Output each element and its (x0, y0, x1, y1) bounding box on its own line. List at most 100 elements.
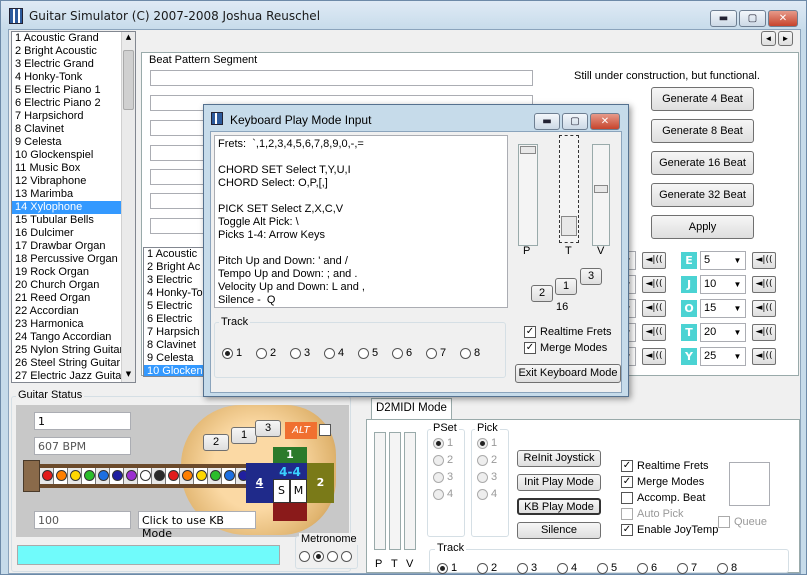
metronome-radio-1[interactable] (299, 550, 310, 562)
d2midi-check-enable-joytemp[interactable]: ✓ Enable JoyTemp (621, 524, 718, 537)
d2midi-check-auto-pick[interactable]: Auto Pick (621, 508, 683, 521)
fret-cell[interactable] (208, 468, 222, 484)
tab-d2midi[interactable]: D2MIDI Mode (371, 398, 452, 420)
instrument-list-item[interactable]: 17 Drawbar Organ (12, 240, 135, 253)
instrument-list-item[interactable]: 6 Electric Piano 2 (12, 97, 135, 110)
status-field-1[interactable]: 1 (34, 412, 131, 430)
instrument-list-item[interactable]: 14 Xylophone (12, 201, 135, 214)
radio-icon[interactable] (324, 347, 335, 359)
radio-icon[interactable] (460, 347, 471, 359)
minimize-button[interactable]: ▬ (710, 10, 737, 27)
radio-icon[interactable] (222, 347, 233, 359)
v-slider[interactable] (592, 144, 610, 246)
track-7[interactable]: 7 (426, 347, 446, 359)
instrument-list-item[interactable]: 13 Marimba (12, 188, 135, 201)
d2midi-track-8[interactable]: 8 (717, 562, 737, 574)
instrument-list-item[interactable]: 8 Clavinet (12, 123, 135, 136)
pick-radio-icon[interactable] (477, 471, 488, 483)
kb-mode-hint[interactable]: Click to use KB Mode (138, 511, 256, 540)
beat-segment-field-1[interactable] (150, 70, 533, 86)
kb-play-mode-button[interactable]: KB Play Mode (517, 498, 601, 515)
radio-icon[interactable] (256, 347, 267, 359)
merge-cell[interactable]: M (290, 479, 307, 503)
silence-button[interactable]: Silence (517, 522, 601, 539)
pick-option-4[interactable]: 4 (477, 488, 497, 500)
beat-value-combo[interactable]: 15 ▼ (700, 299, 746, 318)
d2midi-check-accomp-beat[interactable]: Accomp. Beat (621, 492, 705, 505)
pick-3-button[interactable]: 3 (255, 420, 281, 437)
pick-option-1[interactable]: 1 (477, 437, 497, 449)
instrument-list-item[interactable]: 18 Percussive Organ (12, 253, 135, 266)
track-6[interactable]: 6 (392, 347, 412, 359)
track-5[interactable]: 5 (358, 347, 378, 359)
d2midi-p-slider[interactable] (374, 432, 386, 550)
beat-left-small-button[interactable]: ◄|(( (642, 324, 666, 341)
pick-1-button[interactable]: 1 (231, 427, 257, 444)
fret-cell[interactable] (152, 468, 166, 484)
queue-option[interactable]: Queue (718, 516, 767, 529)
d2midi-track-4[interactable]: 4 (557, 562, 577, 574)
pset-option-3[interactable]: 3 (433, 471, 453, 483)
reinit-joystick-button[interactable]: ReInit Joystick (517, 450, 601, 467)
generate-16-beat-button[interactable]: Generate 16 Beat (651, 151, 754, 175)
step-1-button[interactable]: 1 (555, 278, 577, 295)
fret-cell[interactable] (124, 468, 138, 484)
beat-left-small-button[interactable]: ◄|(( (642, 252, 666, 269)
p-slider[interactable] (518, 144, 538, 246)
fret-cell[interactable] (166, 468, 180, 484)
radio-icon[interactable] (677, 562, 688, 574)
maximize-button[interactable]: ▢ (739, 10, 766, 27)
instrument-list-item[interactable]: 10 Glockenspiel (12, 149, 135, 162)
pick-2-button[interactable]: 2 (203, 434, 229, 451)
instrument-list-item[interactable]: 9 Celesta (12, 136, 135, 149)
apply-button[interactable]: Apply (651, 215, 754, 239)
radio-icon[interactable] (597, 562, 608, 574)
p-slider-thumb[interactable] (520, 146, 536, 154)
metronome-radio-4[interactable] (341, 550, 352, 562)
t-slider[interactable] (559, 135, 579, 243)
alt-checkbox[interactable] (319, 424, 331, 436)
instrument-list-item[interactable]: 23 Harmonica (12, 318, 135, 331)
dialog-minimize-button[interactable]: ▬ (534, 113, 560, 130)
beat-value-combo[interactable]: 5 ▼ (700, 251, 746, 270)
scroll-up-icon[interactable]: ▲ (123, 33, 134, 44)
d2midi-t-slider[interactable] (389, 432, 401, 550)
radio-icon[interactable] (717, 562, 728, 574)
instrument-list-item[interactable]: 1 Acoustic Grand (12, 32, 135, 45)
d2midi-v-slider[interactable] (404, 432, 416, 550)
pset-option-4[interactable]: 4 (433, 488, 453, 500)
instrument-list-item[interactable]: 3 Electric Grand (12, 58, 135, 71)
init-play-mode-button[interactable]: Init Play Mode (517, 474, 601, 491)
checkbox-icon[interactable]: ✓ (621, 460, 633, 473)
beat-segment-field-4[interactable] (150, 145, 205, 161)
tab-scroll-left-icon[interactable]: ◄ (761, 31, 776, 46)
bpm-field[interactable]: 607 BPM (34, 437, 131, 455)
instrument-list-item[interactable]: 21 Reed Organ (12, 292, 135, 305)
fret-cell[interactable] (194, 468, 208, 484)
generate-4-beat-button[interactable]: Generate 4 Beat (651, 87, 754, 111)
radio-icon[interactable] (637, 562, 648, 574)
fret-cell[interactable] (82, 468, 96, 484)
radio-icon[interactable] (477, 562, 488, 574)
d2midi-track-6[interactable]: 6 (637, 562, 657, 574)
track-4[interactable]: 4 (324, 347, 344, 359)
instrument-list-item[interactable]: 16 Dulcimer (12, 227, 135, 240)
fret-cell[interactable] (68, 468, 82, 484)
instrument-list-item[interactable]: 12 Vibraphone (12, 175, 135, 188)
beat-right-small-button[interactable]: ◄|(( (752, 348, 776, 365)
instrument-list-item[interactable]: 11 Music Box (12, 162, 135, 175)
pset-radio-icon[interactable] (433, 454, 444, 466)
beat-left-small-button[interactable]: ◄|(( (642, 300, 666, 317)
instrument-list-item[interactable]: 24 Tango Accordian (12, 331, 135, 344)
checkbox-icon[interactable]: ✓ (621, 524, 633, 537)
beat-value-combo[interactable]: 20 ▼ (700, 323, 746, 342)
fret-cell[interactable] (180, 468, 194, 484)
beat-left-small-button[interactable]: ◄|(( (642, 348, 666, 365)
velocity-field[interactable]: 100 (34, 511, 131, 529)
dialog-maximize-button[interactable]: ▢ (562, 113, 588, 130)
pick-option-3[interactable]: 3 (477, 471, 497, 483)
kb-check-merge-modes[interactable]: ✓ Merge Modes (524, 342, 607, 355)
beat-right-small-button[interactable]: ◄|(( (752, 300, 776, 317)
d2midi-track-1[interactable]: 1 (437, 562, 457, 574)
instrument-list-item[interactable]: 25 Nylon String Guitar (12, 344, 135, 357)
